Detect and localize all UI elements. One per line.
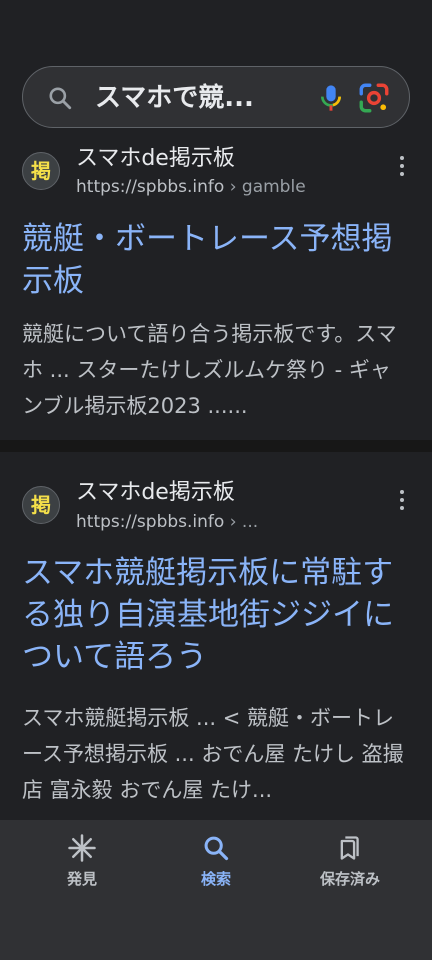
- search-icon: [204, 836, 229, 861]
- url-domain: https://spbbs.info: [76, 177, 225, 197]
- result-title[interactable]: スマホ競艇掲示板に常駐する独り自演基地街ジジイについて語ろう: [22, 552, 414, 678]
- search-query[interactable]: スマホで競...: [95, 81, 285, 115]
- site-name[interactable]: スマホde掲示板: [76, 474, 235, 506]
- nav-label: 検索: [200, 870, 231, 888]
- top-bar: スマホで競...: [0, 0, 432, 140]
- search-result[interactable]: 掲 スマホde掲示板 https://spbbs.info › ... スマホ競…: [0, 452, 432, 820]
- result-separator: [0, 440, 432, 452]
- nav-label: 保存済み: [319, 870, 380, 888]
- search-icon: [49, 87, 72, 110]
- url-breadcrumb: › ...: [224, 512, 259, 532]
- more-options-icon[interactable]: [394, 154, 410, 178]
- result-snippet: 競艇について語り合う掲示板です。スマホ ... スターたけしズルムケ祭り - ギ…: [22, 322, 397, 418]
- lens-icon[interactable]: [357, 81, 391, 115]
- saved-icon: [340, 836, 359, 860]
- asterisk-icon: [68, 834, 96, 862]
- site-favicon: 掲: [22, 152, 60, 190]
- url-breadcrumb: › gamble: [224, 177, 306, 197]
- more-options-icon[interactable]: [394, 488, 410, 512]
- result-url[interactable]: https://spbbs.info › ...: [76, 512, 258, 532]
- bottom-navigation: 発見 検索 保存済み: [0, 820, 432, 960]
- nav-search[interactable]: 検索: [156, 830, 276, 900]
- search-result[interactable]: 掲 スマホde掲示板 https://spbbs.info › gamble 競…: [0, 140, 432, 440]
- nav-discover[interactable]: 発見: [22, 830, 142, 900]
- microphone-icon[interactable]: [315, 81, 347, 115]
- search-bar[interactable]: スマホで競...: [22, 66, 410, 128]
- result-url[interactable]: https://spbbs.info › gamble: [76, 177, 306, 197]
- nav-saved[interactable]: 保存済み: [290, 830, 410, 900]
- site-favicon: 掲: [22, 486, 60, 524]
- url-domain: https://spbbs.info: [76, 512, 225, 532]
- nav-label: 発見: [66, 870, 97, 888]
- result-title[interactable]: 競艇・ボートレース予想掲示板: [22, 218, 414, 302]
- result-snippet: スマホ競艇掲示板 ... < 競艇・ボートレース予想掲示板 ... おでん屋 た…: [22, 706, 404, 802]
- site-name[interactable]: スマホde掲示板: [76, 140, 235, 172]
